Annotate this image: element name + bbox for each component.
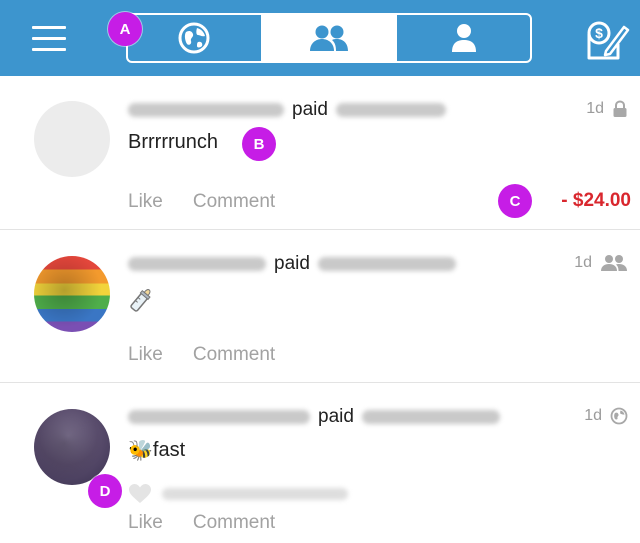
story-actions: Like Comment [128,344,275,366]
comment-button[interactable]: Comment [193,344,275,366]
payer-name-blurred[interactable] [128,410,310,424]
svg-text:$: $ [595,25,603,41]
story-meta: 1d [584,407,628,425]
avatar[interactable] [34,409,110,485]
story-timestamp: 1d [584,407,602,424]
baby-bottle-icon [130,289,151,312]
like-button[interactable]: Like [128,512,163,534]
tab-friends-feed[interactable] [262,15,398,61]
story-timestamp: 1d [586,100,604,117]
globe-icon [610,407,628,425]
bee-emoji-icon: 🐝 [128,438,153,462]
story-actions: Like Comment [128,512,275,534]
story-meta: 1d [586,100,628,118]
feed-story: paid 1d Like Comment [0,230,640,383]
annotation-marker-b: B [242,127,276,161]
avatar[interactable] [34,256,110,332]
heart-icon[interactable] [128,483,152,504]
story-note: Brrrrrunch [128,131,218,154]
globe-icon [178,22,210,54]
feed-segmented-control [126,13,532,63]
comment-button[interactable]: Comment [193,512,275,534]
friends-icon [601,255,627,271]
annotation-marker-c: C [498,184,532,218]
payer-name-blurred[interactable] [128,257,266,271]
pay-or-request-button[interactable]: $ [584,20,630,62]
annotation-marker-a: A [108,12,142,46]
lock-icon [613,100,627,117]
feed-story: paid 1d Brrrrrunch Like Comment - $24.00 [0,76,640,230]
comment-button[interactable]: Comment [193,191,275,213]
story-verb: paid [292,99,328,120]
like-button[interactable]: Like [128,191,163,213]
story-headline: paid [128,252,456,276]
story-headline: paid [128,98,446,122]
tab-public-feed[interactable] [128,15,263,61]
payee-name-blurred[interactable] [317,257,456,271]
story-headline: paid [128,405,500,429]
story-meta: 1d [574,254,628,272]
payment-amount: - $24.00 [561,190,631,211]
story-timestamp: 1d [574,254,592,271]
activity-feed: paid 1d Brrrrrunch Like Comment - $24.00… [0,76,640,543]
person-icon [451,24,476,52]
payer-name-blurred[interactable] [128,103,284,117]
annotation-marker-d: D [88,474,122,508]
story-note: 🐝 fast [128,438,185,462]
story-verb: paid [318,406,354,427]
payee-name-blurred[interactable] [361,410,500,424]
story-note [128,285,154,315]
hamburger-menu-icon[interactable] [32,24,68,54]
liked-by-names-blurred[interactable] [162,487,348,500]
friends-icon [310,25,348,51]
story-note-text: fast [152,438,186,461]
story-verb: paid [274,253,310,274]
payee-name-blurred[interactable] [335,103,446,117]
compose-payment-icon: $ [587,21,630,60]
feed-story: paid 1d 🐝 fast Like Comment [0,383,640,543]
story-likes-row [128,483,348,504]
avatar[interactable] [34,101,110,177]
story-note-text: Brrrrrunch [128,131,219,153]
story-actions: Like Comment [128,191,275,213]
tab-my-feed[interactable] [397,15,530,61]
top-navigation-bar: $ [0,0,640,76]
like-button[interactable]: Like [128,344,163,366]
